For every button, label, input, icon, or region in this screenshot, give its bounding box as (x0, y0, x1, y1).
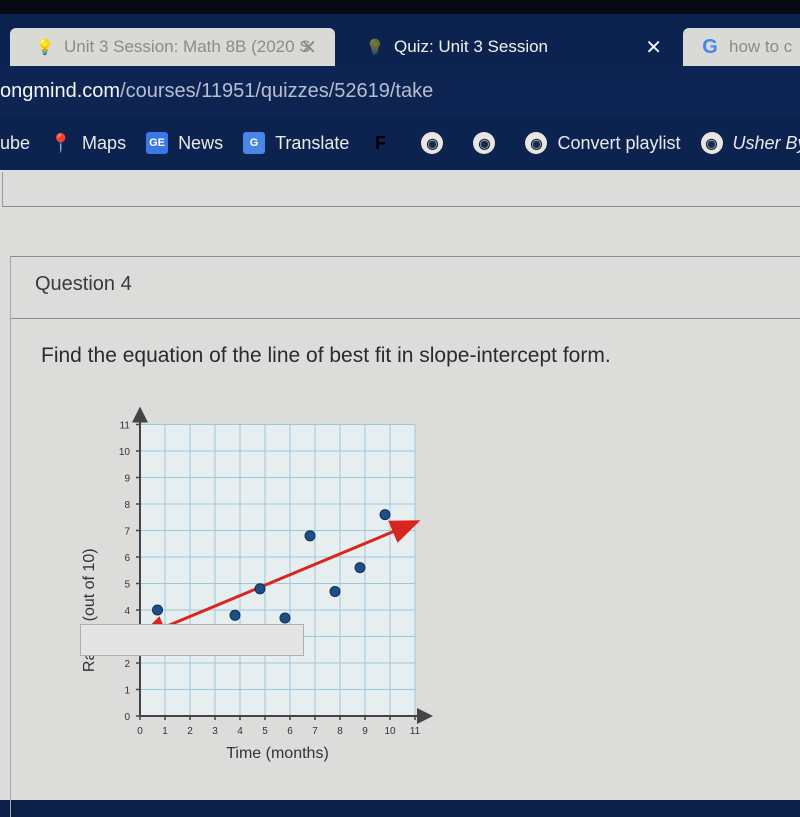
y-tick-label: 7 (124, 527, 130, 538)
previous-card (2, 172, 800, 207)
y-tick-label: 11 (120, 421, 131, 432)
globe-icon: ◉ (473, 132, 495, 154)
x-tick-label: 9 (362, 726, 368, 737)
data-point (380, 510, 390, 520)
x-tick-label: 3 (212, 726, 218, 737)
scatter-plot: 0123456789101101234567891011Time (months… (60, 388, 480, 788)
bookmark-label: Maps (82, 133, 126, 154)
data-point (330, 586, 340, 596)
answer-input[interactable] (80, 624, 304, 656)
y-tick-label: 8 (124, 500, 130, 511)
globe-icon: ◉ (421, 132, 443, 154)
y-tick-label: 9 (124, 474, 130, 485)
bookmark-label: Convert playlist (557, 133, 680, 154)
x-axis-label: Time (months) (226, 745, 329, 762)
bookmark-label: ube (0, 133, 30, 154)
google-translate-icon: G (243, 132, 265, 154)
plot-area (140, 425, 415, 717)
tab-label: how to c (729, 37, 792, 57)
bookmarks-bar: ube 📍 Maps GE News G Translate F ◉ ◉ ◉ Conve… (0, 116, 800, 170)
address-bar[interactable]: ongmind.com/courses/11951/quizzes/52619/… (0, 66, 800, 116)
data-point (305, 531, 315, 541)
y-tick-label: 1 (124, 686, 130, 697)
google-icon: G (701, 38, 719, 56)
maps-pin-icon: 📍 (50, 132, 72, 154)
x-tick-label: 7 (312, 726, 318, 737)
question-header: Question 4 (11, 257, 800, 319)
x-tick-label: 6 (287, 726, 293, 737)
bookmark-globe-1[interactable]: ◉ (421, 132, 453, 154)
close-tab-icon[interactable]: ✕ (300, 35, 317, 60)
data-point (255, 584, 265, 594)
x-tick-label: 4 (237, 726, 243, 737)
bookmark-news[interactable]: GE News (146, 132, 223, 154)
question-prompt: Find the equation of the line of best fi… (41, 344, 611, 368)
url-host: ongmind.com (0, 80, 120, 103)
data-point (230, 610, 240, 620)
tab-quiz-unit3[interactable]: 💡 Quiz: Unit 3 Session ✕ (340, 28, 680, 66)
lightbulb-icon: 💡 (366, 38, 384, 56)
bookmark-label: News (178, 133, 223, 154)
question-title: Question 4 (35, 273, 132, 296)
globe-icon: ◉ (525, 132, 547, 154)
bookmark-usher[interactable]: ◉ Usher By Ushe (701, 132, 800, 154)
url-path: /courses/11951/quizzes/52619/take (120, 80, 433, 103)
bookmark-maps[interactable]: 📍 Maps (50, 132, 126, 154)
y-tick-label: 6 (124, 553, 130, 564)
x-tick-label: 8 (337, 726, 343, 737)
y-tick-label: 4 (124, 606, 130, 617)
tab-strip: 💡 Unit 3 Session: Math 8B (2020 S ✕ 💡 Qu… (0, 14, 800, 66)
bookmark-label: Usher By Ushe (733, 133, 800, 154)
globe-icon: ◉ (701, 132, 723, 154)
bookmark-label: Translate (275, 133, 349, 154)
y-tick-label: 10 (119, 447, 131, 458)
tab-label: Unit 3 Session: Math 8B (2020 S (64, 37, 311, 57)
x-tick-label: 1 (162, 726, 168, 737)
flag-f-icon: F (369, 132, 391, 154)
bookmark-translate[interactable]: G Translate (243, 132, 349, 154)
data-point (153, 605, 163, 615)
x-tick-label: 10 (384, 726, 396, 737)
google-news-icon: GE (146, 132, 168, 154)
y-tick-label: 5 (124, 580, 130, 591)
lightbulb-icon: 💡 (36, 38, 54, 56)
data-point (355, 563, 365, 573)
x-tick-label: 11 (410, 726, 421, 737)
tab-google-search[interactable]: G how to c (683, 28, 800, 66)
y-tick-label: 0 (124, 712, 130, 723)
close-tab-icon[interactable]: ✕ (645, 35, 662, 60)
tab-unit3-session[interactable]: 💡 Unit 3 Session: Math 8B (2020 S ✕ (10, 28, 335, 66)
bookmark-f[interactable]: F (369, 132, 401, 154)
x-tick-label: 5 (262, 726, 268, 737)
y-tick-label: 2 (124, 659, 130, 670)
x-tick-label: 0 (137, 726, 143, 737)
tab-label: Quiz: Unit 3 Session (394, 37, 548, 57)
bookmark-convert-playlist[interactable]: ◉ Convert playlist (525, 132, 680, 154)
bookmark-globe-2[interactable]: ◉ (473, 132, 505, 154)
bookmark-youtube[interactable]: ube (0, 133, 30, 154)
x-tick-label: 2 (187, 726, 193, 737)
data-point (280, 613, 290, 623)
